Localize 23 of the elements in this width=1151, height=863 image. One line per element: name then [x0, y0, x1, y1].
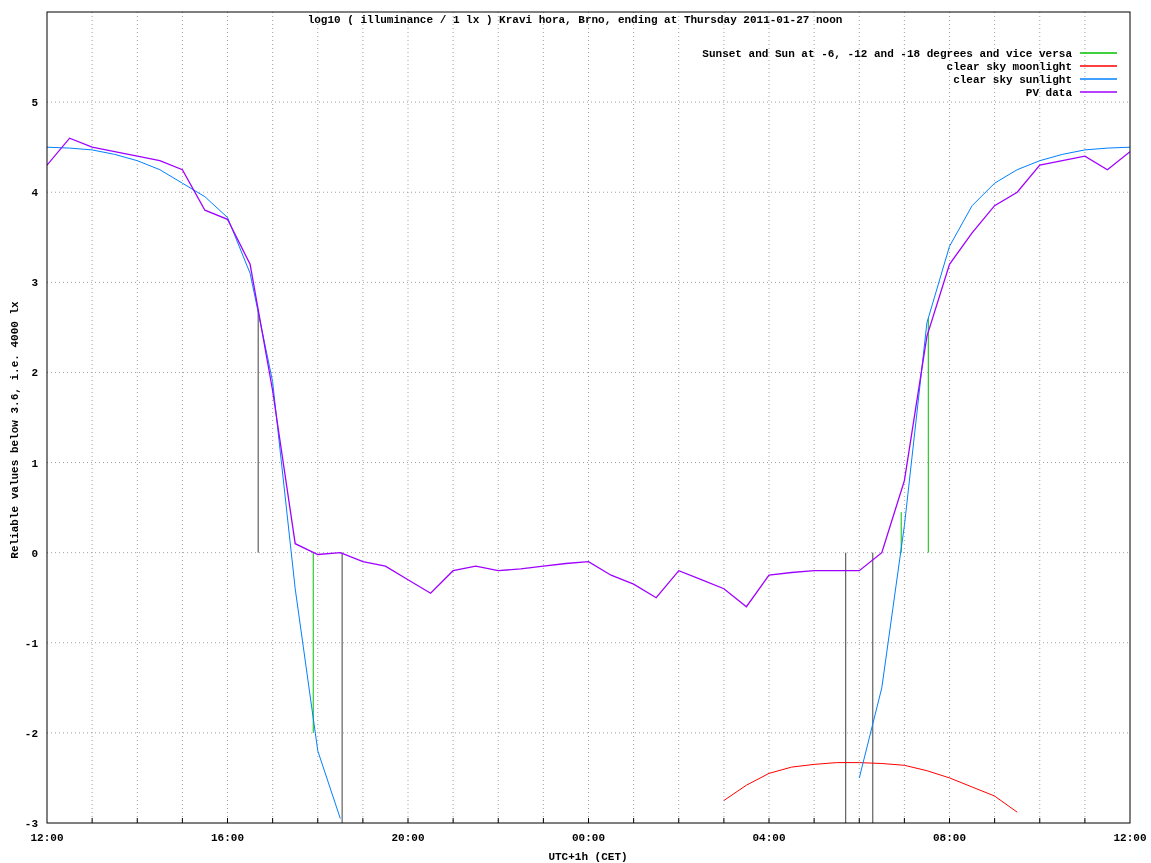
- legend-label: clear sky moonlight: [946, 61, 1072, 73]
- y-tick-label: -3: [24, 818, 38, 830]
- x-tick-label: 00:00: [572, 832, 605, 844]
- y-tick-label: -2: [24, 727, 38, 740]
- x-tick-label: 12:00: [30, 832, 64, 844]
- x-tick-label: 20:00: [391, 832, 425, 844]
- y-tick-label: 0: [31, 547, 38, 560]
- y-axis-label: Reliable values below 3.6, i.e. 4000 lx: [9, 301, 21, 559]
- x-tick-label: 12:00: [1113, 832, 1147, 844]
- y-tick-label: 3: [31, 277, 38, 290]
- y-tick-label: -1: [24, 637, 38, 650]
- y-tick-label: 5: [31, 97, 38, 110]
- chart-title: log10 ( illuminance / 1 lx ) Kravi hora, Brno, ending at Thursday 2011-01-27 noon: [307, 14, 843, 26]
- legend-label: Sunset and Sun at -6, -12 and -18 degrees and vice versa: [702, 48, 1072, 60]
- x-axis-label: UTC+1h (CET): [548, 851, 628, 863]
- y-tick-label: 2: [31, 367, 38, 380]
- legend-label: clear sky sunlight: [953, 74, 1072, 86]
- x-tick-label: 08:00: [933, 832, 966, 844]
- x-tick-label: 04:00: [752, 832, 786, 844]
- legend-label: PV data: [1025, 87, 1072, 99]
- y-tick-label: 4: [31, 187, 38, 200]
- y-tick-label: 1: [31, 457, 38, 470]
- x-tick-label: 16:00: [211, 832, 244, 844]
